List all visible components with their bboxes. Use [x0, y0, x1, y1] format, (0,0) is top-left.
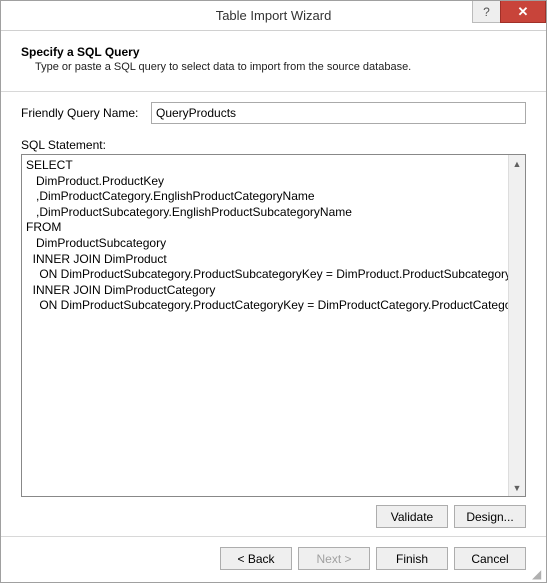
wizard-body: Friendly Query Name: SQL Statement: ▲ ▼ … [1, 92, 546, 536]
cancel-button[interactable]: Cancel [454, 547, 526, 570]
finish-button[interactable]: Finish [376, 547, 448, 570]
validate-button[interactable]: Validate [376, 505, 448, 528]
sql-statement-field: ▲ ▼ [21, 154, 526, 497]
sql-statement-label: SQL Statement: [21, 138, 526, 152]
friendly-name-row: Friendly Query Name: [21, 102, 526, 124]
scrollbar[interactable]: ▲ ▼ [508, 155, 525, 496]
page-header: Specify a SQL Query Type or paste a SQL … [1, 31, 546, 92]
friendly-name-label: Friendly Query Name: [21, 106, 151, 120]
close-icon: ✕ [518, 4, 529, 20]
close-button[interactable]: ✕ [500, 1, 546, 23]
scroll-down-icon[interactable]: ▼ [509, 479, 525, 496]
sql-action-row: Validate Design... [21, 505, 526, 528]
help-icon: ? [483, 5, 490, 19]
page-title: Specify a SQL Query [21, 45, 526, 59]
design-button[interactable]: Design... [454, 505, 526, 528]
wizard-footer: < Back Next > Finish Cancel ◢ [1, 536, 546, 582]
scroll-up-icon[interactable]: ▲ [509, 155, 525, 172]
sql-statement-input[interactable] [22, 155, 508, 496]
titlebar: Table Import Wizard ? ✕ [1, 1, 546, 31]
help-button[interactable]: ? [472, 1, 500, 23]
page-subtitle: Type or paste a SQL query to select data… [21, 61, 526, 73]
titlebar-controls: ? ✕ [472, 1, 546, 23]
window-title: Table Import Wizard [1, 8, 546, 23]
scroll-track[interactable] [509, 172, 525, 479]
resize-grip-icon: ◢ [532, 568, 544, 580]
wizard-window: Table Import Wizard ? ✕ Specify a SQL Qu… [0, 0, 547, 583]
back-button[interactable]: < Back [220, 547, 292, 570]
next-button[interactable]: Next > [298, 547, 370, 570]
friendly-name-input[interactable] [151, 102, 526, 124]
